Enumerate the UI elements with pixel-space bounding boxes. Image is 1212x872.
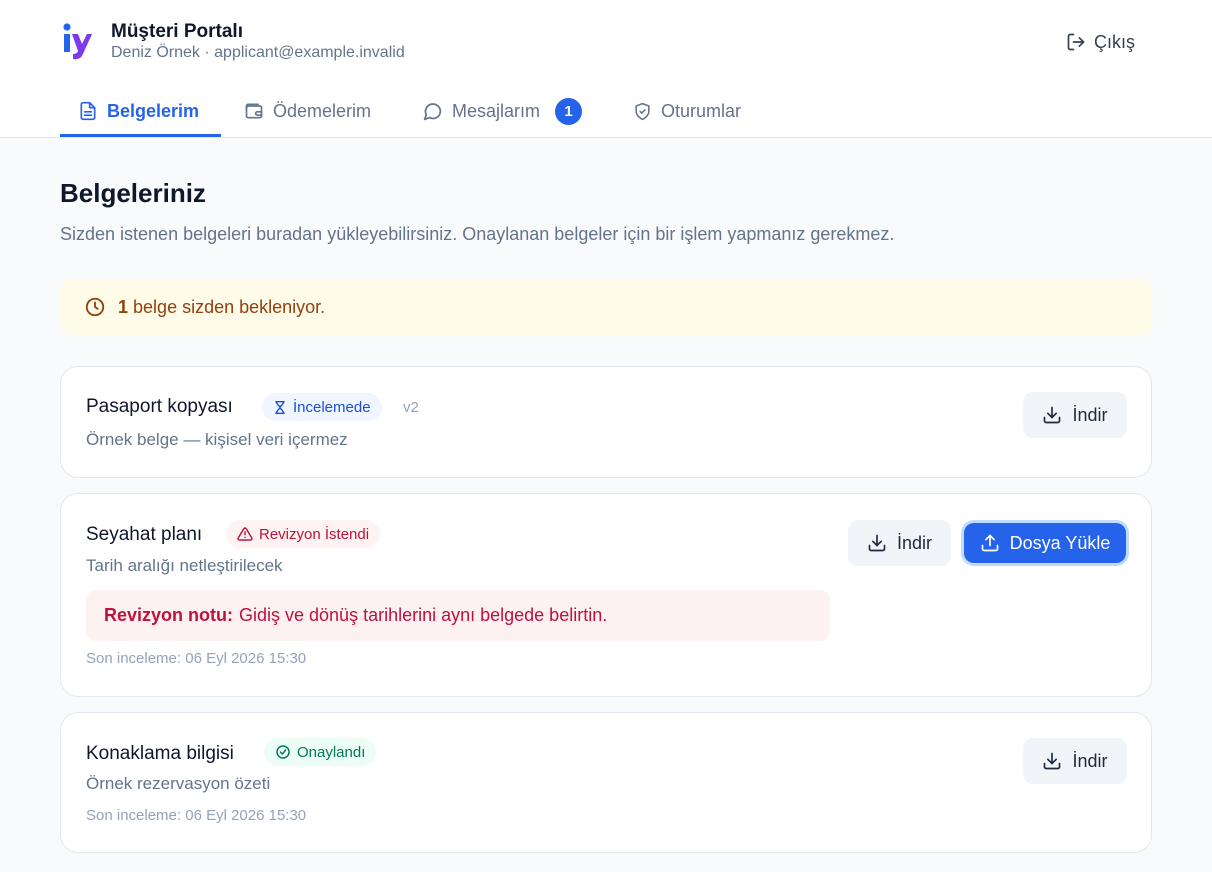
pending-count: 1 (118, 296, 129, 317)
app-title: Müşteri Portalı (111, 21, 243, 42)
hourglass-icon (273, 400, 287, 415)
notice-message: belge sizden bekleniyor. (133, 296, 326, 317)
active-tab-indicator (60, 134, 221, 137)
status-badge: Onaylandı (264, 738, 377, 766)
document-title: Konaklama bilgisi (86, 743, 234, 764)
clock-icon (84, 296, 106, 318)
tab-label: Mesajlarım (452, 100, 541, 121)
download-icon (1042, 405, 1062, 425)
status-badge: Revizyon İstendi (226, 520, 381, 548)
download-label: İndir (1072, 404, 1108, 425)
download-label: İndir (1072, 750, 1108, 771)
logout-button[interactable]: Çıkış (1066, 30, 1135, 54)
pending-notice: 1 belge sizden bekleniyor. (60, 279, 1152, 335)
document-card: Pasaport kopyası İncelemede v2 Örnek bel… (60, 366, 1152, 478)
check-circle-icon (275, 744, 291, 760)
page-description: Sizden istenen belgeleri buradan yükleye… (60, 224, 895, 244)
tab-label: Oturumlar (661, 100, 742, 121)
last-review: Son inceleme: 06 Eyl 2026 15:30 (86, 650, 307, 667)
message-icon (422, 101, 443, 122)
revision-note-text: Gidiş ve dönüş tarihlerini aynı belgede … (239, 605, 608, 625)
status-badge: İncelemede (262, 393, 382, 421)
document-description: Örnek rezervasyon özeti (86, 774, 271, 793)
download-button[interactable]: İndir (1023, 738, 1127, 784)
brand-logo-icon (60, 22, 92, 60)
tab-belgelerim[interactable]: Belgelerim (78, 84, 199, 138)
notice-text: 1 belge sizden bekleniyor. (118, 297, 325, 318)
revision-note-label: Revizyon notu: (104, 605, 233, 625)
status-label: İncelemede (293, 398, 371, 416)
tab-label: Belgelerim (107, 100, 200, 121)
document-card: Seyahat planı Revizyon İstendi Tarih ara… (60, 493, 1152, 697)
tab-label: Ödemelerim (273, 100, 372, 121)
download-icon (867, 533, 887, 553)
wallet-icon (244, 101, 264, 121)
warning-icon (237, 526, 253, 542)
document-title: Pasaport kopyası (86, 396, 233, 417)
download-label: İndir (896, 532, 932, 553)
document-title: Seyahat planı (86, 524, 203, 545)
page-title: Belgeleriniz (60, 178, 206, 208)
tab-odemelerim[interactable]: Ödemelerim (244, 84, 371, 138)
download-icon (1042, 751, 1062, 771)
revision-note: Revizyon notu: Gidiş ve dönüş tarihlerin… (86, 590, 830, 641)
app-header: Müşteri Portalı Deniz Örnek · applicant@… (0, 0, 1212, 138)
download-button[interactable]: İndir (848, 520, 951, 566)
upload-file-button[interactable]: Dosya Yükle (964, 523, 1126, 563)
status-label: Revizyon İstendi (259, 525, 370, 543)
upload-label: Dosya Yükle (1009, 532, 1111, 553)
status-label: Onaylandı (297, 743, 366, 761)
document-icon (78, 101, 98, 121)
document-description: Örnek belge — kişisel veri içermez (86, 430, 348, 449)
tab-mesajlarim[interactable]: Mesajlarım 1 (422, 84, 583, 138)
logout-label: Çıkış (1094, 31, 1136, 52)
unread-badge: 1 (555, 97, 583, 125)
tab-oturumlar[interactable]: Oturumlar (633, 84, 741, 138)
upload-icon (980, 533, 1000, 553)
logout-icon (1066, 32, 1086, 52)
user-info: Deniz Örnek · applicant@example.invalid (111, 44, 405, 61)
document-card: Konaklama bilgisi Onaylandı Örnek rezerv… (60, 712, 1152, 853)
last-review: Son inceleme: 06 Eyl 2026 15:30 (86, 807, 307, 824)
download-button[interactable]: İndir (1023, 392, 1127, 438)
version-label: v2 (403, 399, 419, 416)
document-description: Tarih aralığı netleştirilecek (86, 556, 283, 575)
shield-icon (633, 102, 652, 121)
